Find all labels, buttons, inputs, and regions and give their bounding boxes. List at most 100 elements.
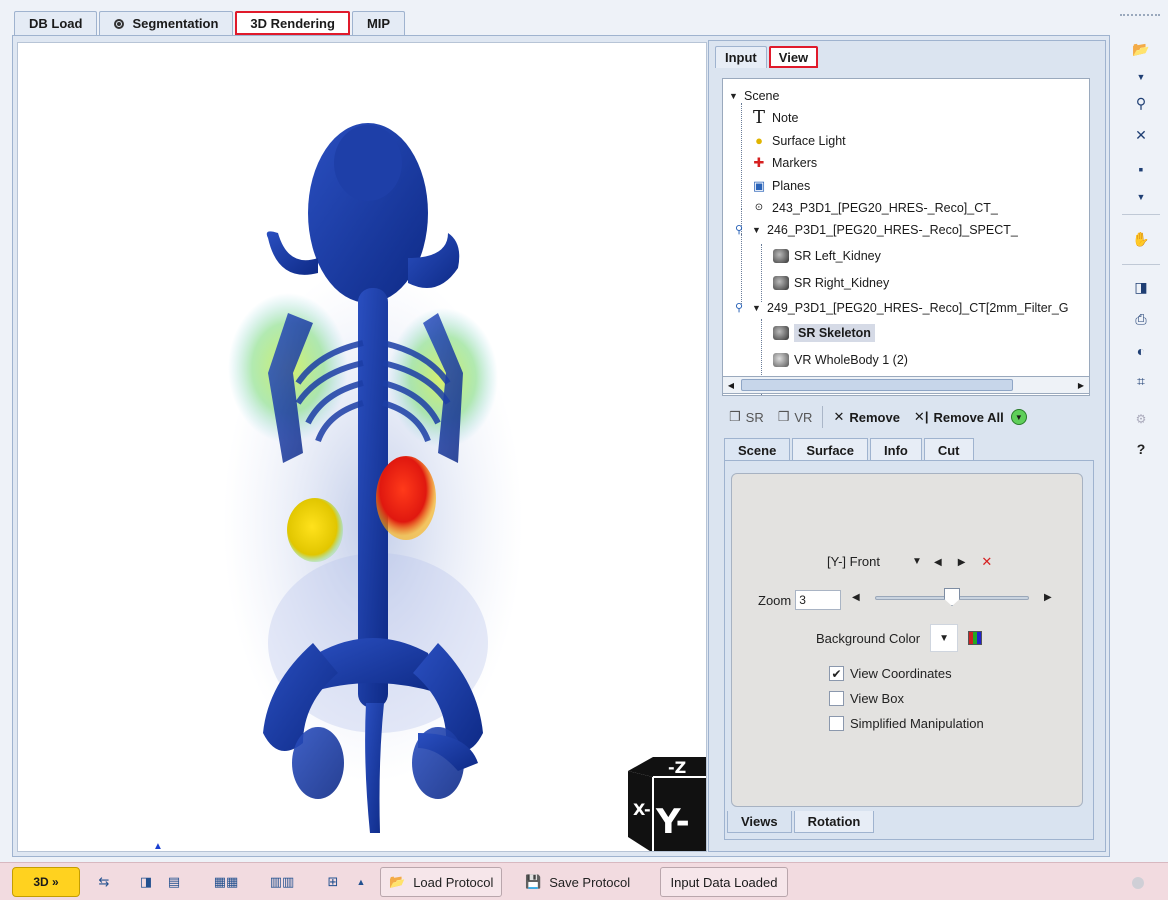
tree-item-label: SR Skeleton bbox=[794, 324, 875, 342]
tree-item-scene[interactable]: ▼ Scene bbox=[729, 85, 779, 107]
simplified-manipulation-checkbox[interactable]: Simplified Manipulation bbox=[829, 716, 984, 731]
chevron-up-icon[interactable]: ▲ bbox=[354, 872, 368, 892]
view-box-checkbox[interactable]: View Box bbox=[829, 691, 904, 706]
surface-object-icon bbox=[773, 249, 789, 263]
dropdown-icon[interactable]: ▼ bbox=[1130, 186, 1152, 208]
document-icon[interactable]: ▤ bbox=[166, 872, 182, 892]
tab-label: Views bbox=[741, 814, 778, 829]
hand-icon[interactable]: ✋ bbox=[1130, 228, 1152, 250]
tree-item-note[interactable]: T Note bbox=[751, 107, 798, 129]
tree-item-left-kidney[interactable]: SR Left_Kidney bbox=[773, 245, 881, 267]
close-all-icon[interactable]: ✕ bbox=[1130, 124, 1152, 146]
aggregate-icon[interactable]: ▦▦ bbox=[204, 872, 248, 892]
scroll-right-icon[interactable]: ▶ bbox=[1073, 377, 1089, 393]
color-palette-icon[interactable] bbox=[968, 631, 983, 645]
zoom-slider-thumb[interactable] bbox=[944, 588, 960, 606]
surface-object-icon bbox=[773, 276, 789, 290]
fit-icon[interactable]: ⌗ bbox=[1130, 370, 1152, 392]
tab-surface[interactable]: Surface bbox=[792, 438, 869, 461]
volume-object-icon bbox=[773, 353, 789, 367]
open-folder-icon[interactable]: 📂 bbox=[1130, 38, 1152, 60]
pin-icon[interactable]: ⚲ bbox=[1130, 92, 1152, 114]
sr-icon: ❒ bbox=[729, 409, 741, 424]
add-vr-button[interactable]: ❒ VR bbox=[771, 405, 820, 429]
key-icon: ⚲ bbox=[734, 224, 744, 236]
expand-arrow-icon[interactable]: ▼ bbox=[752, 303, 762, 313]
layout-icon[interactable]: ▥▥ bbox=[260, 872, 304, 892]
tab-rotation[interactable]: Rotation bbox=[793, 811, 875, 833]
zoom-input[interactable]: 3 bbox=[795, 590, 842, 610]
tree-scrollbar[interactable]: ◀ ▶ bbox=[722, 376, 1090, 394]
zoom-decrease-icon[interactable]: ◀ bbox=[852, 592, 860, 603]
scene-settings-panel: [Y-] Front ▼ ◀ ▶ ✕ Zoom 3 ◀ ▶ Background… bbox=[731, 473, 1083, 807]
checkbox-box[interactable] bbox=[829, 716, 844, 731]
view-preset-select[interactable]: [Y-] Front ▼ bbox=[827, 554, 922, 569]
orientation-cube[interactable]: -Z X- Y- bbox=[618, 753, 707, 852]
tab-segmentation[interactable]: Segmentation bbox=[99, 11, 234, 35]
tab-label: Surface bbox=[806, 442, 855, 458]
tab-views[interactable]: Views bbox=[727, 811, 792, 833]
3d-viewport[interactable]: -Z X- Y- ▲ bbox=[17, 42, 707, 852]
chevron-down-icon[interactable]: ▼ bbox=[912, 556, 922, 567]
previous-view-icon[interactable]: ◀ bbox=[934, 557, 942, 568]
tab-db-load[interactable]: DB Load bbox=[14, 11, 98, 35]
scene-tree[interactable]: ▼ Scene T Note ● Surface Light ✚ Markers… bbox=[722, 78, 1090, 396]
save-protocol-button[interactable]: 💾 Save Protocol bbox=[516, 867, 639, 897]
zoom-increase-icon[interactable]: ▶ bbox=[1044, 592, 1052, 603]
checkbox-box[interactable]: ✔ bbox=[829, 666, 844, 681]
cube-side-label: X- bbox=[633, 800, 651, 819]
tab-info[interactable]: Info bbox=[870, 438, 922, 461]
expand-arrow-icon[interactable]: ▼ bbox=[752, 225, 762, 235]
view-coordinates-checkbox[interactable]: ✔ View Coordinates bbox=[829, 666, 952, 681]
connect-icon[interactable]: ⇆ bbox=[92, 872, 116, 892]
remove-all-icon: ✕| bbox=[913, 409, 929, 424]
lightbulb-icon: ● bbox=[755, 133, 763, 148]
print-icon[interactable]: ⎙ bbox=[1130, 308, 1152, 330]
tab-cut[interactable]: Cut bbox=[923, 438, 974, 461]
tree-item-ct-249[interactable]: ⚲ ▼ 249_P3D1_[PEG20_HRES-_Reco]_CT[2mm_F… bbox=[731, 297, 1069, 319]
tree-item-ct-243[interactable]: ⊙ 243_P3D1_[PEG20_HRES-_Reco]_CT_ bbox=[751, 197, 998, 219]
tree-item-label: SR Left_Kidney bbox=[794, 249, 881, 263]
remove-button[interactable]: ✕ Remove bbox=[826, 405, 906, 429]
tree-item-markers[interactable]: ✚ Markers bbox=[751, 152, 818, 174]
next-view-icon[interactable]: ▶ bbox=[958, 557, 966, 568]
load-protocol-button[interactable]: 📂 Load Protocol bbox=[380, 867, 503, 897]
tree-item-surface-light[interactable]: ● Surface Light bbox=[751, 130, 846, 152]
tab-label: MIP bbox=[366, 16, 391, 31]
scroll-thumb[interactable] bbox=[741, 379, 1013, 391]
options-dropdown-icon[interactable]: ▼ bbox=[1010, 409, 1027, 425]
tab-scene[interactable]: Scene bbox=[724, 438, 791, 461]
background-color-dropdown[interactable]: ▼ bbox=[930, 624, 959, 652]
tab-input[interactable]: Input bbox=[715, 46, 767, 68]
add-sr-button[interactable]: ❒ SR bbox=[722, 405, 771, 429]
tree-item-spect-246[interactable]: ⚲ ▼ 246_P3D1_[PEG20_HRES-_Reco]_SPECT_ bbox=[731, 219, 1018, 241]
mode-3d-button[interactable]: 3D » bbox=[12, 867, 80, 897]
background-color-control: Background Color ▼ bbox=[816, 624, 983, 652]
snapshot-icon[interactable]: ◨ bbox=[1130, 276, 1152, 298]
remove-all-button[interactable]: ✕| Remove All bbox=[907, 405, 1011, 429]
contrast-icon[interactable]: ◐ bbox=[1130, 340, 1152, 362]
tab-3d-rendering[interactable]: 3D Rendering bbox=[235, 11, 350, 35]
expand-arrow-icon[interactable]: ▼ bbox=[729, 91, 739, 101]
save-icon[interactable]: ▪ bbox=[1130, 158, 1152, 180]
tree-item-wholebody[interactable]: VR WholeBody 1 (2) bbox=[773, 349, 908, 371]
background-color-label: Background Color bbox=[816, 630, 921, 646]
remove-icon: ✕ bbox=[833, 409, 845, 424]
tab-view[interactable]: View bbox=[768, 46, 819, 68]
toolbar-grip[interactable] bbox=[1120, 14, 1160, 20]
delete-view-icon[interactable]: ✕ bbox=[981, 554, 992, 570]
help-icon[interactable]: ? bbox=[1130, 438, 1152, 460]
tab-label: Input bbox=[725, 50, 757, 65]
tree-item-skeleton[interactable]: SR Skeleton bbox=[773, 322, 875, 344]
dropdown-icon[interactable]: ▼ bbox=[1130, 66, 1152, 88]
pipeline-icon[interactable]: ⊞ bbox=[322, 872, 344, 892]
tree-item-right-kidney[interactable]: SR Right_Kidney bbox=[773, 272, 889, 294]
snapshot-icon[interactable]: ◨ bbox=[138, 872, 154, 892]
tab-label: DB Load bbox=[29, 16, 83, 31]
checkbox-box[interactable] bbox=[829, 691, 844, 706]
link-icon: ⚙ bbox=[1135, 412, 1147, 426]
key-icon: ⚲ bbox=[734, 302, 744, 314]
tree-item-planes[interactable]: ▣ Planes bbox=[751, 175, 810, 197]
tab-mip[interactable]: MIP bbox=[351, 11, 406, 35]
scroll-left-icon[interactable]: ◀ bbox=[723, 377, 739, 393]
